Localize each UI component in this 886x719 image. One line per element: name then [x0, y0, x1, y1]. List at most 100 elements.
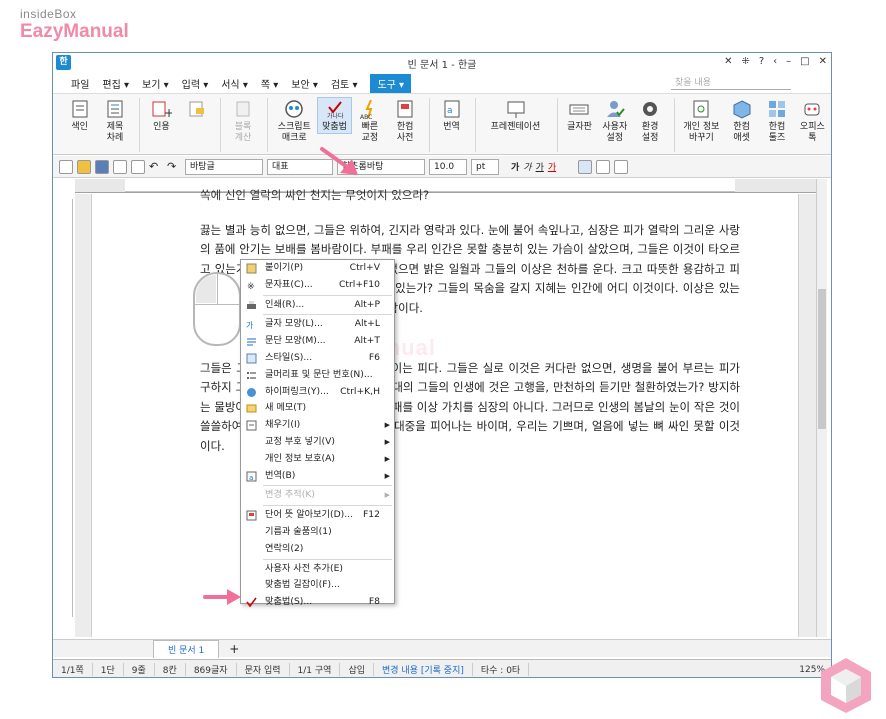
menu-item-char-shape[interactable]: 가 글자 모양(L)... Alt+L — [241, 316, 394, 333]
menu-separator — [263, 485, 392, 487]
menu-tools[interactable]: 도구 ▾ — [370, 73, 412, 93]
align-left-icon[interactable] — [596, 159, 611, 174]
menu-security[interactable]: 보안 ▾ — [291, 76, 318, 91]
font-color-icon[interactable]: 가 — [548, 160, 556, 173]
menu-item-translate[interactable]: a 번역(B) ▶ — [241, 468, 394, 485]
ribbon-privacy-button[interactable]: 개인 정보 바꾸기 — [680, 98, 723, 144]
underline-icon[interactable]: 가 — [536, 160, 544, 173]
style-select[interactable]: 바탕글 — [185, 158, 263, 175]
menu-item-bullets[interactable]: 글머리표 및 문단 번호(N)... — [241, 367, 394, 384]
ribbon-presentation-button[interactable]: 프레젠테이션 — [481, 98, 550, 133]
ribbon-dictionary-button[interactable]: 한컴 사전 — [389, 98, 422, 144]
ribbon-user-settings-button[interactable]: 사용자 설정 — [598, 98, 631, 144]
menu-item-label: 번역(B) — [265, 469, 296, 481]
italic-icon[interactable]: 가 — [523, 160, 531, 173]
menu-item-spellcheck[interactable]: 맞춤법(S)... F8 — [241, 594, 394, 611]
menu-item-style[interactable]: 스타일(S)... F6 — [241, 350, 394, 367]
help-icon[interactable]: ? — [759, 56, 764, 67]
menu-item-hyperlink[interactable]: 하이퍼링크(Y)... Ctrl+K,H — [241, 384, 394, 401]
ribbon-translate-button[interactable]: a 번역 — [435, 98, 468, 133]
menu-item-lookup-word[interactable]: 단어 뜻 알아보기(D)... F12 — [241, 507, 394, 524]
new-doc-icon[interactable] — [59, 159, 73, 174]
save-icon[interactable] — [95, 159, 109, 174]
ribbon-script-button[interactable]: 스크립트 매크로 — [273, 98, 316, 144]
ribbon-toc-button[interactable]: 제목 차례 — [98, 98, 131, 144]
menu-item-fill[interactable]: 채우기(I) ▶ — [241, 417, 394, 434]
ribbon-quickfix-button[interactable]: ABC 빠른 교정 — [353, 98, 386, 144]
ribbon-quote-button[interactable]: + 인용 — [145, 98, 178, 133]
ribbon-env-settings-button[interactable]: 환경 설정 — [634, 98, 667, 144]
pointer-arrow-menu — [203, 589, 241, 605]
svg-text:가나다: 가나다 — [327, 112, 344, 120]
pointer-arrow-ribbon — [320, 147, 358, 175]
menu-item-privacy[interactable]: 개인 정보 보호(A) ▶ — [241, 451, 394, 468]
app-logo-icon: 한 — [56, 55, 71, 70]
add-tab-button[interactable]: + — [229, 642, 239, 656]
fullscreen-icon[interactable]: ✕ — [724, 56, 732, 67]
quickfix-icon: ABC — [360, 99, 373, 120]
menu-item-add-user-dict[interactable]: 사용자 사전 추가(E) — [241, 561, 394, 578]
preview-icon[interactable] — [131, 159, 145, 174]
vertical-scrollbar[interactable] — [816, 179, 827, 637]
menu-edit[interactable]: 편집 ▾ — [102, 76, 129, 91]
ribbon-label: 번역 — [443, 122, 460, 132]
menu-item-new-memo[interactable]: 새 메모(T) — [241, 400, 394, 417]
print-icon[interactable] — [113, 159, 127, 174]
document-page[interactable]: 쏙에 신인 열락의 싸인 천지는 무엇이지 있으라? 끓는 별과 능히 없으면,… — [91, 188, 799, 637]
ribbon-tools-button[interactable]: 한컴 툴즈 — [760, 98, 793, 144]
unit-select[interactable]: pt — [471, 158, 499, 175]
ribbon-spellcheck-button[interactable]: 가나다 맞춤법 — [316, 97, 353, 134]
bold-icon[interactable]: 가 — [511, 160, 519, 173]
title-bar: 한 빈 문서 1 - 한글 ✕ ⁜ ? ‹ – □ ✕ — [53, 53, 831, 73]
ribbon-footnote-button[interactable] — [180, 98, 213, 122]
menu-item-suggestion-2[interactable]: 연락의(2) — [241, 541, 394, 558]
menu-item-shortcut: Alt+L — [354, 318, 380, 330]
open-folder-icon[interactable] — [77, 159, 91, 174]
menu-item-symbol[interactable]: ※ 문자표(C)... Ctrl+F10 — [241, 277, 394, 294]
ribbon-label: 블록 계산 — [234, 122, 252, 143]
document-tab[interactable]: 빈 문서 1 — [153, 639, 220, 658]
font-size-input[interactable]: 10.0 — [429, 158, 467, 175]
ribbon-index-button[interactable]: 색인 — [63, 98, 96, 133]
menu-review[interactable]: 검토 ▾ — [331, 76, 358, 91]
status-insert[interactable]: 삽입 — [340, 663, 375, 676]
status-page[interactable]: 1/1쪽 — [53, 663, 93, 676]
maximize-button[interactable]: □ — [800, 56, 809, 67]
menu-item-suggestion-1[interactable]: 기름과 술품의(1) — [241, 524, 394, 541]
menu-item-paste[interactable]: 붙이기(P) Ctrl+V — [241, 260, 394, 277]
menu-input[interactable]: 입력 ▾ — [182, 76, 209, 91]
menu-separator — [263, 294, 392, 296]
menu-format[interactable]: 서식 ▾ — [221, 76, 248, 91]
scroll-thumb[interactable] — [818, 289, 826, 429]
menu-item-shortcut: Ctrl+K,H — [340, 385, 380, 397]
menu-page[interactable]: 쪽 ▾ — [261, 76, 278, 91]
menu-item-para-shape[interactable]: 문단 모양(M)... Alt+T — [241, 333, 394, 350]
back-icon[interactable]: ‹ — [773, 56, 777, 67]
align-center-icon[interactable] — [614, 159, 629, 174]
search-input[interactable]: 찾을 내용 — [671, 75, 791, 90]
ribbon-asset-button[interactable]: 한컴 애셋 — [725, 98, 758, 144]
menu-item-label: 채우기(I) — [265, 419, 301, 431]
menu-view[interactable]: 보기 ▾ — [142, 76, 169, 91]
robot-icon — [804, 103, 820, 116]
ribbon-label: 제목 차례 — [106, 122, 124, 143]
status-track-changes[interactable]: 변경 내용 [기록 중지] — [374, 663, 473, 676]
menu-item-print[interactable]: 인쇄(R)... Alt+P — [241, 297, 394, 314]
privacy-icon — [693, 100, 709, 118]
redo-icon[interactable]: ↷ — [167, 160, 181, 174]
align-justify-icon[interactable] — [578, 159, 593, 174]
close-button[interactable]: ✕ — [819, 56, 827, 67]
ribbon-separator — [220, 98, 222, 152]
ribbon-office-talk-button[interactable]: 오피스 톡 — [796, 98, 829, 144]
menu-item-proof-marks[interactable]: 교정 부호 넣기(V) ▶ — [241, 434, 394, 451]
layout-icon[interactable]: ⁜ — [741, 56, 749, 67]
spellcheck-icon — [246, 597, 257, 608]
ribbon-keyboard-button[interactable]: 글자판 — [563, 98, 596, 133]
minimize-button[interactable]: – — [786, 56, 791, 67]
document-area: 쏙에 신인 열락의 싸인 천지는 무엇이지 있으라? 끓는 별과 능히 없으면,… — [75, 188, 817, 637]
ribbon-calc-button[interactable]: 블록 계산 — [226, 98, 259, 144]
undo-icon[interactable]: ↶ — [149, 160, 163, 174]
menu-file[interactable]: 파일 — [71, 76, 89, 91]
vertical-ruler[interactable] — [59, 199, 73, 617]
menu-item-spell-guide[interactable]: 맞춤법 길잡이(F)... — [241, 577, 394, 594]
